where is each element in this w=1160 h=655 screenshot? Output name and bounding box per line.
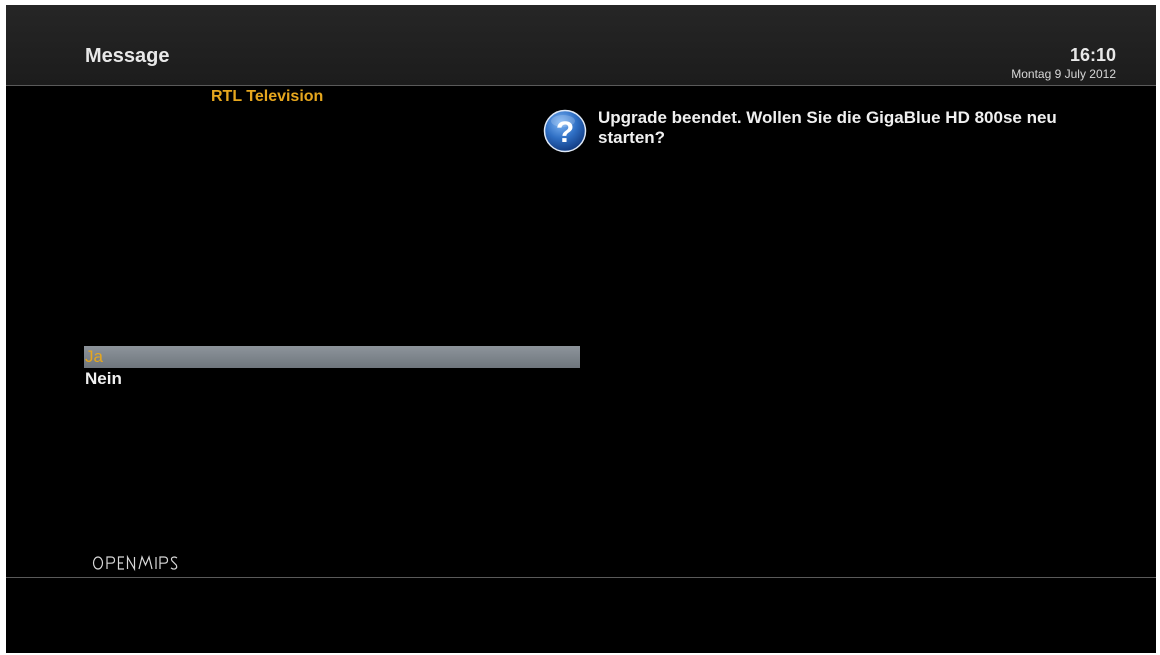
choice-yes[interactable]: Ja [84, 346, 580, 368]
channel-name: RTL Television [211, 88, 324, 105]
window-title: Message [85, 45, 170, 67]
header-bar: Message 16:10 Montag 9 July 2012 [6, 5, 1156, 86]
openmips-logo [92, 554, 212, 577]
svg-text:?: ? [556, 116, 574, 149]
dialog-message: Upgrade beendet. Wollen Sie die GigaBlue… [598, 108, 1057, 147]
choice-list: Ja Nein [84, 346, 580, 390]
tv-screen: Message 16:10 Montag 9 July 2012 RTL Tel… [6, 5, 1156, 653]
footer-divider [6, 577, 1156, 578]
choice-no[interactable]: Nein [84, 368, 580, 390]
clock-time: 16:10 [1069, 45, 1116, 65]
question-icon: ? [543, 109, 587, 153]
clock-date: Montag 9 July 2012 [1011, 67, 1116, 81]
